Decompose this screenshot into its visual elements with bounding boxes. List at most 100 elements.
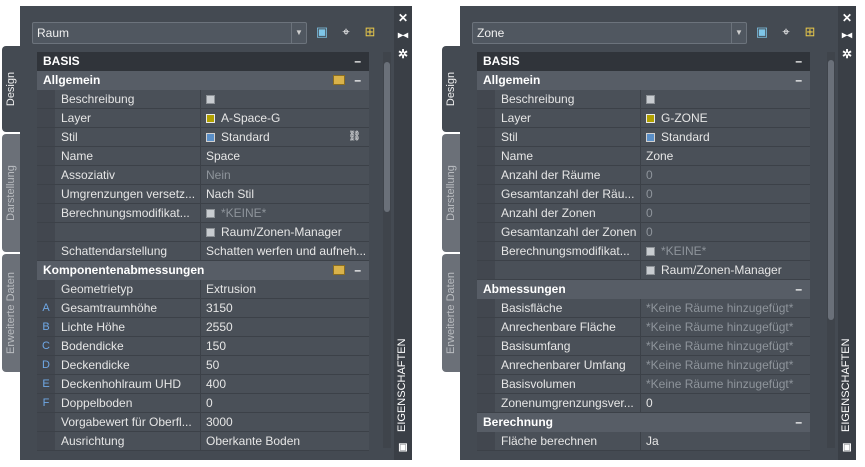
property-row[interactable]: Name Space (37, 147, 369, 166)
scrollbar-thumb[interactable] (384, 62, 390, 212)
property-row[interactable]: Umgrenzungen versetz... Nach Stil (37, 185, 369, 204)
select-objects-icon[interactable]: ⌖ (778, 24, 794, 40)
property-row[interactable]: Assoziativ Nein (37, 166, 369, 185)
section-options-icon[interactable] (333, 265, 345, 275)
auto-hide-icon[interactable]: ▸◂ (841, 30, 853, 42)
property-row[interactable]: Schattendarstellung Schatten werfen und a… (37, 242, 369, 261)
property-row[interactable]: Berechnungsmodifikat... *KEINE* (37, 204, 369, 223)
property-value[interactable]: Standard (200, 128, 369, 146)
property-row[interactable]: Layer A-Space-G (37, 109, 369, 128)
object-type-dropdown[interactable]: Raum ▼ (32, 22, 307, 44)
property-row[interactable]: Basisumfang *Keine Räume hinzugefügt* (477, 337, 810, 356)
property-row[interactable]: Basisvolumen *Keine Räume hinzugefügt* (477, 375, 810, 394)
property-row[interactable]: Anrechenbarer Umfang *Keine Räume hinzuge… (477, 356, 810, 375)
pickadd-toggle-icon[interactable]: ⊞ (362, 24, 378, 40)
property-row[interactable]: Beschreibung (477, 90, 810, 109)
property-value[interactable]: Nach Stil (200, 185, 369, 203)
section-header[interactable]: Allgemein – (37, 71, 369, 90)
collapse-icon[interactable]: – (795, 52, 802, 70)
tab-erweiterte-daten[interactable]: Erweiterte Daten (2, 254, 20, 372)
property-row[interactable]: Geometrietyp Extrusion (37, 280, 369, 299)
property-row[interactable]: Stil Standard (477, 128, 810, 147)
property-row[interactable]: Ausrichtung Oberkante Boden (37, 432, 369, 451)
collapse-icon[interactable]: – (354, 52, 361, 70)
scrollbar[interactable] (383, 52, 391, 448)
property-row[interactable]: Anrechenbare Fläche *Keine Räume hinzugef… (477, 318, 810, 337)
collapse-icon[interactable]: – (795, 413, 802, 431)
property-row[interactable]: Beschreibung (37, 90, 369, 109)
property-value[interactable]: Raum/Zonen-Manager (200, 223, 369, 241)
property-value[interactable] (640, 90, 810, 108)
property-value[interactable]: *Keine Räume hinzugefügt* (640, 337, 810, 355)
property-value[interactable]: 0 (640, 166, 810, 184)
collapse-icon[interactable]: – (354, 71, 361, 89)
property-value[interactable] (200, 90, 369, 108)
collapse-icon[interactable]: – (354, 261, 361, 279)
property-row[interactable]: Raum/Zonen-Manager (477, 261, 810, 280)
property-row[interactable]: F Doppelboden 0 (37, 394, 369, 413)
property-value[interactable]: 0 (640, 204, 810, 222)
tab-darstellung[interactable]: Darstellung (442, 134, 460, 252)
property-value[interactable]: Oberkante Boden (200, 432, 369, 450)
property-value[interactable]: 3150 (200, 299, 369, 317)
property-value[interactable]: Standard (640, 128, 810, 146)
quick-select-icon[interactable]: ▣ (754, 24, 770, 40)
tab-erweiterte-daten[interactable]: Erweiterte Daten (442, 254, 460, 372)
close-icon[interactable]: ✕ (841, 12, 853, 24)
settings-icon[interactable]: ✲ (397, 48, 409, 60)
style-browser-icon[interactable]: ⛓ (348, 128, 361, 146)
property-row[interactable]: Gesamtanzahl der Räu... 0 (477, 185, 810, 204)
property-row[interactable]: Name Zone (477, 147, 810, 166)
chevron-down-icon[interactable]: ▼ (731, 23, 746, 43)
property-row[interactable]: Zonenumgrenzungsver... 0 (477, 394, 810, 413)
property-value[interactable]: 0 (200, 394, 369, 412)
quick-select-icon[interactable]: ▣ (314, 24, 330, 40)
palette-menu-icon[interactable]: ▣ (841, 442, 853, 454)
property-row[interactable]: Vorgabewert für Oberfl... 3000 (37, 413, 369, 432)
auto-hide-icon[interactable]: ▸◂ (397, 30, 409, 42)
section-header[interactable]: Berechnung – (477, 413, 810, 432)
property-row[interactable]: Layer G-ZONE (477, 109, 810, 128)
property-value[interactable]: 0 (640, 223, 810, 241)
select-objects-icon[interactable]: ⌖ (338, 24, 354, 40)
property-value[interactable]: 400 (200, 375, 369, 393)
property-row[interactable]: E Deckenhohlraum UHD 400 (37, 375, 369, 394)
section-header[interactable]: BASIS – (37, 52, 369, 71)
property-value[interactable]: *Keine Räume hinzugefügt* (640, 299, 810, 317)
property-value[interactable]: Nein (200, 166, 369, 184)
property-value[interactable]: *Keine Räume hinzugefügt* (640, 318, 810, 336)
tab-design[interactable]: Design (442, 46, 460, 132)
property-row[interactable]: B Lichte Höhe 2550 (37, 318, 369, 337)
property-value[interactable]: Extrusion (200, 280, 369, 298)
property-row[interactable]: Stil Standard ⛓ (37, 128, 369, 147)
tab-darstellung[interactable]: Darstellung (2, 134, 20, 252)
property-row[interactable]: Anzahl der Räume 0 (477, 166, 810, 185)
chevron-down-icon[interactable]: ▼ (291, 23, 306, 43)
property-row[interactable]: Berechnungsmodifikat... *KEINE* (477, 242, 810, 261)
property-value[interactable]: 150 (200, 337, 369, 355)
property-row[interactable]: A Gesamtraumhöhe 3150 (37, 299, 369, 318)
property-value[interactable]: Raum/Zonen-Manager (640, 261, 810, 279)
collapse-icon[interactable]: – (795, 280, 802, 298)
settings-icon[interactable]: ✲ (841, 48, 853, 60)
scrollbar-thumb[interactable] (828, 60, 834, 320)
pickadd-toggle-icon[interactable]: ⊞ (802, 24, 818, 40)
property-value[interactable]: Ja (640, 432, 810, 450)
property-row[interactable]: Basisfläche *Keine Räume hinzugefügt* (477, 299, 810, 318)
object-type-dropdown[interactable]: Zone ▼ (472, 22, 747, 44)
collapse-icon[interactable]: – (795, 71, 802, 89)
property-value[interactable]: 0 (640, 394, 810, 412)
property-value[interactable]: 0 (640, 185, 810, 203)
section-header[interactable]: Abmessungen – (477, 280, 810, 299)
section-options-icon[interactable] (333, 75, 345, 85)
property-value[interactable]: *Keine Räume hinzugefügt* (640, 375, 810, 393)
property-row[interactable]: C Bodendicke 150 (37, 337, 369, 356)
section-header[interactable]: BASIS – (477, 52, 810, 71)
section-header[interactable]: Allgemein – (477, 71, 810, 90)
property-value[interactable]: Schatten werfen und aufneh... (200, 242, 369, 260)
tab-design[interactable]: Design (2, 46, 20, 132)
property-value[interactable]: 3000 (200, 413, 369, 431)
section-header[interactable]: Komponentenabmessungen – (37, 261, 369, 280)
property-value[interactable]: Zone (640, 147, 810, 165)
property-value[interactable]: A-Space-G (200, 109, 369, 127)
